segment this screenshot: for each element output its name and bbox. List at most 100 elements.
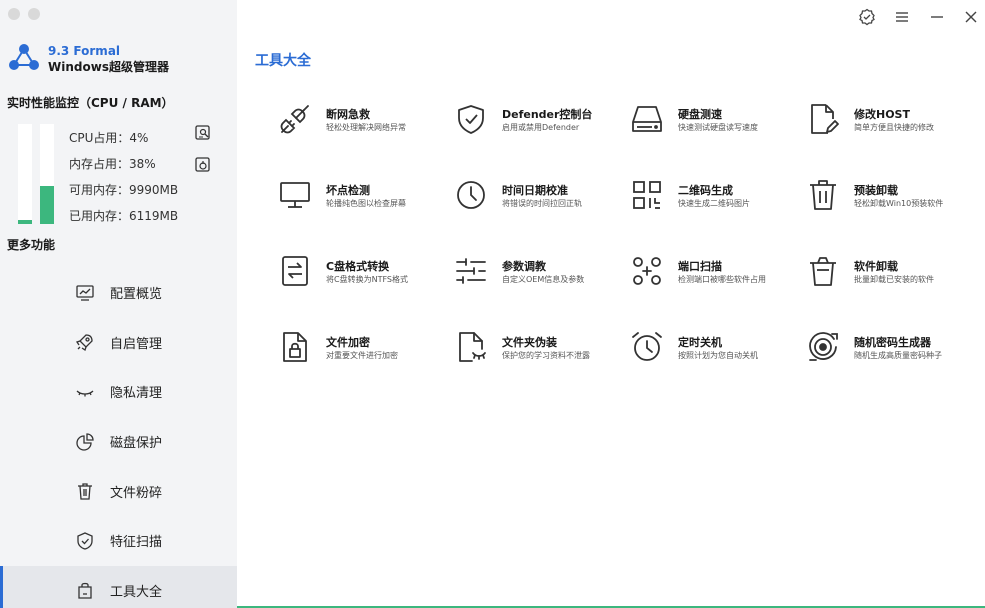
trash-icon: [810, 180, 836, 210]
tool-password-generator[interactable]: 随机密码生成器 随机生成高质量密码种子: [806, 330, 982, 406]
clock-icon: [457, 181, 485, 209]
sidebar-item-startup[interactable]: 自启管理: [0, 318, 237, 368]
tool-title: 硬盘测速: [678, 108, 722, 121]
ram-usage-text: 内存占用：38%: [69, 157, 156, 171]
file-hidden-icon: [459, 332, 486, 362]
tool-port-scan[interactable]: 端口扫描 检测端口被哪些软件占用: [630, 254, 806, 330]
app-logo-icon: [9, 44, 39, 70]
tool-scheduled-shutdown[interactable]: 定时关机 按照计划为您自动关机: [630, 330, 806, 406]
tool-title: Defender控制台: [502, 108, 593, 121]
sidebar-item-privacy[interactable]: 隐私清理: [0, 367, 237, 417]
tool-software-uninstall[interactable]: 软件卸载 批量卸载已安装的软件: [806, 254, 982, 330]
trash-icon: [78, 483, 92, 500]
sidebar-item-signature-scan[interactable]: 特征扫描: [0, 516, 237, 566]
window-dot-minimize[interactable]: [28, 8, 40, 20]
file-lock-icon: [283, 332, 307, 362]
sidebar-item-config-overview[interactable]: 配置概览: [0, 268, 237, 318]
tool-desc: 轮播纯色图以检查屏幕: [326, 199, 406, 208]
window-dot-close[interactable]: [8, 8, 20, 20]
plug-icon: [280, 105, 309, 134]
tool-qrcode[interactable]: 二维码生成 快速生成二维码图片: [630, 178, 806, 254]
bag-icon: [78, 583, 92, 600]
tool-title: 断网急救: [326, 108, 370, 121]
tool-desc: 将C盘转换为NTFS格式: [326, 275, 408, 284]
port-scan-icon: [633, 257, 661, 285]
sidebar-item-label: 配置概览: [110, 287, 163, 303]
perf-monitor-title: 实时性能监控（CPU / RAM）: [7, 96, 174, 110]
file-edit-icon: [811, 104, 839, 134]
close-icon[interactable]: [962, 8, 980, 26]
tool-title: 预装卸载: [854, 184, 898, 197]
tool-desc: 批量卸载已安装的软件: [854, 275, 934, 284]
more-features-title: 更多功能: [7, 238, 56, 252]
tools-grid: 断网急救 轻松处理解决网络异常 Defender控制台 启用或禁用Defende…: [278, 102, 982, 406]
sliders-icon: [456, 258, 486, 284]
tool-desc: 快速生成二维码图片: [678, 199, 750, 208]
tool-desc: 保护您的学习资料不泄露: [502, 351, 590, 360]
tool-title: 参数调教: [502, 260, 546, 273]
sidebar-item-file-shred[interactable]: 文件粉碎: [0, 466, 237, 516]
tool-title: 二维码生成: [678, 184, 733, 197]
tool-desc: 启用或禁用Defender: [502, 123, 580, 132]
convert-file-icon: [282, 256, 308, 286]
qrcode-icon: [633, 181, 661, 209]
sidebar-item-label: 隐私清理: [110, 386, 163, 402]
available-memory-text: 可用内存：9990MB: [69, 183, 179, 197]
pie-chart-icon: [76, 432, 94, 451]
cpu-usage-fill: [18, 220, 32, 224]
ram-clean-icon[interactable]: [194, 156, 212, 174]
target-icon: [809, 332, 838, 361]
tool-title: 坏点检测: [326, 184, 370, 197]
tool-desc: 简单方便且快捷的修改: [854, 123, 934, 132]
tool-desc: 自定义OEM信息及参数: [502, 275, 585, 284]
tool-params-tuning[interactable]: 参数调教 自定义OEM信息及参数: [454, 254, 630, 330]
shield-check-icon: [77, 532, 93, 550]
tool-file-encrypt[interactable]: 文件加密 对重要文件进行加密: [278, 330, 454, 406]
tool-desc: 快速测试硬盘读写速度: [678, 123, 758, 132]
tool-dead-pixel[interactable]: 坏点检测 轮播纯色图以检查屏幕: [278, 178, 454, 254]
tool-preinstall-uninstall[interactable]: 预装卸载 轻松卸载Win10预装软件: [806, 178, 982, 254]
tool-desc: 随机生成高质量密码种子: [854, 351, 942, 360]
rocket-icon: [75, 334, 93, 352]
window-dots: [8, 8, 40, 20]
app-version: 9.3 Formal: [48, 44, 121, 58]
brand: 9.3 Formal Windows超级管理器: [48, 43, 169, 75]
sidebar-nav: 配置概览 自启管理 隐私清理 磁盘保护 文件粉碎 特征扫描 工具大全: [0, 268, 237, 608]
tool-desc: 将错误的时间拉回正轨: [502, 199, 582, 208]
tool-c-drive-convert[interactable]: C盘格式转换 将C盘转换为NTFS格式: [278, 254, 454, 330]
menu-icon[interactable]: [893, 8, 911, 26]
hard-drive-icon: [632, 106, 662, 132]
sidebar: 9.3 Formal Windows超级管理器 实时性能监控（CPU / RAM…: [0, 0, 237, 608]
tool-title: 文件加密: [326, 336, 370, 349]
sidebar-item-label: 文件粉碎: [110, 485, 163, 501]
tool-desc: 对重要文件进行加密: [326, 351, 398, 360]
tool-defender-console[interactable]: Defender控制台 启用或禁用Defender: [454, 102, 630, 178]
shield-check-icon: [458, 105, 484, 134]
tool-time-sync[interactable]: 时间日期校准 将错误的时间拉回正轨: [454, 178, 630, 254]
used-memory-text: 已用内存：6119MB: [69, 209, 179, 223]
perf-stats: CPU占用：4% 内存占用：38% 可用内存：9990MB 已用内存：6119M…: [69, 130, 178, 234]
sidebar-item-label: 磁盘保护: [110, 436, 163, 452]
alarm-icon: [632, 332, 662, 361]
cpu-detail-icon[interactable]: [194, 124, 212, 142]
tool-title: 软件卸载: [854, 260, 898, 273]
ram-usage-bar: [40, 124, 54, 224]
tool-title: C盘格式转换: [326, 260, 390, 273]
page-title: 工具大全: [255, 53, 311, 69]
sidebar-item-disk-protect[interactable]: 磁盘保护: [0, 417, 237, 467]
tool-folder-disguise[interactable]: 文件夹伪装 保护您的学习资料不泄露: [454, 330, 630, 406]
tool-desc: 检测端口被哪些软件占用: [678, 275, 766, 284]
tool-title: 端口扫描: [678, 260, 722, 273]
minimize-icon[interactable]: [928, 8, 946, 26]
tool-desc: 轻松处理解决网络异常: [326, 123, 406, 132]
tool-edit-host[interactable]: 修改HOST 简单方便且快捷的修改: [806, 102, 982, 178]
sidebar-item-label: 自启管理: [110, 336, 163, 352]
tool-desc: 按照计划为您自动关机: [678, 351, 758, 360]
app-name: Windows超级管理器: [48, 60, 169, 74]
tool-disk-speed[interactable]: 硬盘测速 快速测试硬盘读写速度: [630, 102, 806, 178]
sidebar-item-label: 特征扫描: [110, 535, 163, 551]
sidebar-item-toolbox[interactable]: 工具大全: [0, 565, 237, 608]
verified-badge-icon[interactable]: [858, 8, 876, 26]
bin-icon: [810, 257, 836, 286]
tool-network-rescue[interactable]: 断网急救 轻松处理解决网络异常: [278, 102, 454, 178]
